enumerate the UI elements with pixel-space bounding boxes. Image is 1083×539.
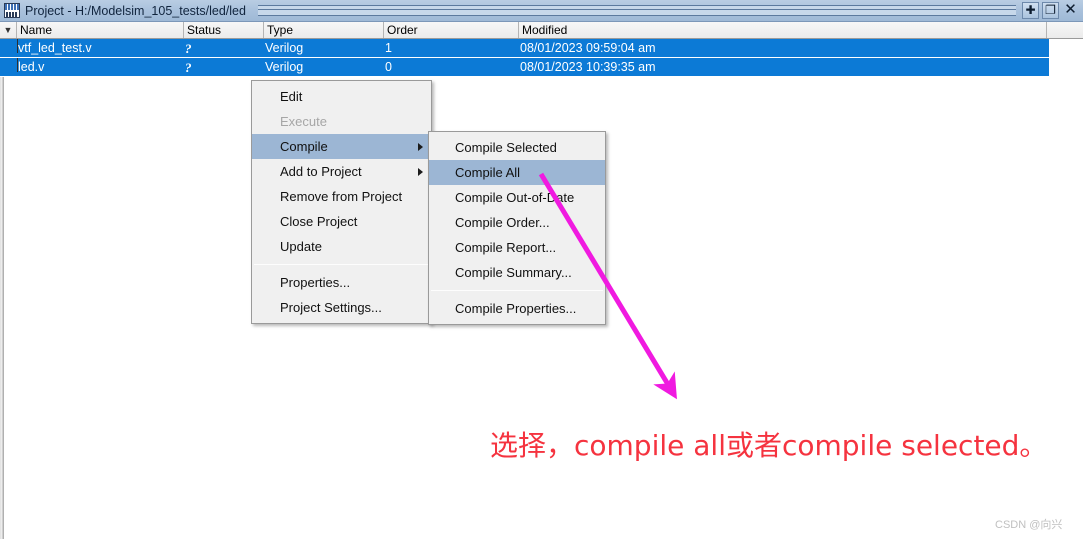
menu-item-close-project[interactable]: Close Project: [252, 209, 431, 234]
submenu-item-compile-selected[interactable]: Compile Selected: [429, 135, 605, 160]
window-title: Project - H:/Modelsim_105_tests/led/led: [25, 3, 246, 18]
cell-type: Verilog: [265, 40, 304, 55]
dock-button[interactable]: ✚: [1022, 2, 1039, 19]
submenu-item-compile-report[interactable]: Compile Report...: [429, 235, 605, 260]
table-header: ▼ Name Status Type Order Modified: [0, 22, 1083, 39]
modelsim-project-window: Project - H:/Modelsim_105_tests/led/led …: [0, 0, 1083, 539]
menu-item-label: Update: [280, 239, 322, 254]
restore-button[interactable]: ❐: [1042, 2, 1059, 19]
menu-item-label: Project Settings...: [280, 300, 382, 315]
submenu-item-compile-order[interactable]: Compile Order...: [429, 210, 605, 235]
sort-indicator-icon[interactable]: ▼: [0, 22, 17, 38]
project-window-icon: [4, 3, 20, 18]
cell-modified: 08/01/2023 09:59:04 am: [520, 40, 656, 55]
column-header-name[interactable]: Name: [17, 22, 184, 38]
submenu-item-compile-properties[interactable]: Compile Properties...: [429, 296, 605, 321]
panel-right-frame: [1048, 39, 1050, 539]
close-button[interactable]: ✕: [1062, 2, 1079, 19]
submenu-item-compile-out-of-date[interactable]: Compile Out-of-Date: [429, 185, 605, 210]
submenu-item-compile-summary[interactable]: Compile Summary...: [429, 260, 605, 285]
menu-item-label: Compile Summary...: [455, 265, 572, 280]
verilog-file-icon: S: [0, 57, 18, 77]
menu-separator: [431, 290, 603, 291]
compile-submenu: Compile Selected Compile All Compile Out…: [428, 131, 606, 325]
column-header-type[interactable]: Type: [264, 22, 384, 38]
menu-item-label: Compile Selected: [455, 140, 557, 155]
menu-item-label: Compile Out-of-Date: [455, 190, 575, 205]
column-header-modified[interactable]: Modified: [519, 22, 1047, 38]
table-row[interactable]: S led.v ? Verilog 0 08/01/2023 10:39:35 …: [0, 57, 1049, 77]
menu-item-label: Compile Report...: [455, 240, 557, 255]
menu-item-label: Execute: [280, 114, 327, 129]
cell-order: 0: [385, 59, 392, 74]
menu-item-label: Compile Properties...: [455, 301, 577, 316]
titlebar-drag-grip[interactable]: [257, 5, 1016, 16]
context-menu: Edit Execute Compile Add to Project Remo…: [251, 80, 432, 324]
annotation-text: 选择，compile all或者compile selected。: [490, 429, 1048, 462]
menu-item-project-settings[interactable]: Project Settings...: [252, 295, 431, 320]
window-titlebar: Project - H:/Modelsim_105_tests/led/led …: [0, 0, 1083, 22]
cell-order: 1: [385, 40, 392, 55]
chevron-right-icon: [418, 142, 423, 151]
file-list: S vtf_led_test.v ? Verilog 1 08/01/2023 …: [0, 38, 1049, 77]
menu-item-label: Compile: [280, 139, 328, 154]
cell-status: ?: [185, 59, 192, 75]
column-header-status[interactable]: Status: [184, 22, 264, 38]
table-row[interactable]: S vtf_led_test.v ? Verilog 1 08/01/2023 …: [0, 38, 1049, 58]
chevron-right-icon: [418, 167, 423, 176]
cell-status: ?: [185, 40, 192, 56]
menu-item-label: Close Project: [280, 214, 358, 229]
cell-modified: 08/01/2023 10:39:35 am: [520, 59, 656, 74]
menu-item-label: Remove from Project: [280, 189, 403, 204]
column-header-order[interactable]: Order: [384, 22, 519, 38]
cell-name: led.v: [18, 59, 45, 74]
column-header-filler: [1047, 22, 1082, 38]
menu-item-edit[interactable]: Edit: [252, 84, 431, 109]
titlebar-buttons: ✚ ❐ ✕: [1022, 2, 1079, 19]
cell-name: vtf_led_test.v: [18, 40, 92, 55]
menu-item-remove-from-project[interactable]: Remove from Project: [252, 184, 431, 209]
menu-item-label: Properties...: [280, 275, 351, 290]
menu-item-label: Compile Order...: [455, 215, 550, 230]
menu-item-properties[interactable]: Properties...: [252, 270, 431, 295]
menu-item-label: Add to Project: [280, 164, 362, 179]
submenu-item-compile-all[interactable]: Compile All: [429, 160, 605, 185]
watermark: CSDN @向兴: [995, 519, 1063, 531]
verilog-file-icon: S: [0, 38, 18, 58]
menu-item-add-to-project[interactable]: Add to Project: [252, 159, 431, 184]
menu-item-label: Edit: [280, 89, 303, 104]
menu-item-compile[interactable]: Compile: [252, 134, 431, 159]
menu-item-label: Compile All: [455, 165, 521, 180]
panel-left-frame: [0, 39, 4, 539]
menu-separator: [254, 264, 429, 265]
cell-type: Verilog: [265, 59, 304, 74]
menu-item-execute: Execute: [252, 109, 431, 134]
menu-item-update[interactable]: Update: [252, 234, 431, 259]
